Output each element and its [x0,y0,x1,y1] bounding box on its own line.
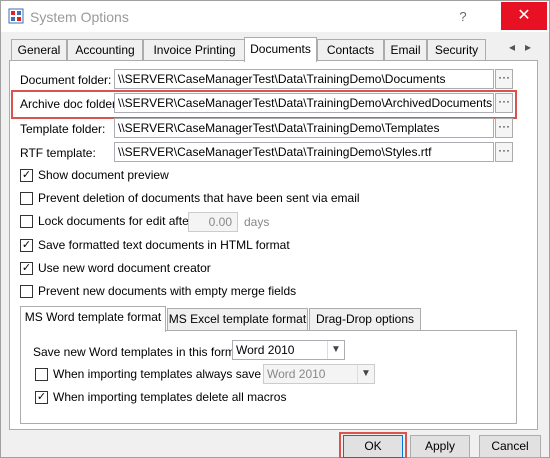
delete-macros-checkbox[interactable]: ✓ [35,391,48,404]
always-save-checkbox[interactable] [35,368,48,381]
system-options-window: System Options ? ✕ General Accounting In… [0,0,550,458]
show-preview-label: Show document preview [38,168,169,182]
tab-security[interactable]: Security [427,39,486,61]
new-word-creator-checkbox[interactable]: ✓ [20,262,33,275]
document-folder-browse-button[interactable]: ··· [495,69,513,89]
save-word-format-select[interactable]: Word 2010 ▼ [232,340,345,360]
close-button[interactable]: ✕ [501,2,547,30]
archive-folder-browse-button[interactable]: ··· [495,93,513,113]
window-title: System Options [30,9,129,25]
template-folder-label: Template folder: [20,122,106,136]
prevent-empty-merge-label: Prevent new documents with empty merge f… [38,284,297,298]
lock-documents-checkbox[interactable] [20,215,33,228]
prevent-deletion-label: Prevent deletion of documents that have … [38,191,360,205]
tab-invoice-printing[interactable]: Invoice Printing [143,39,246,61]
tab-scroll-left-icon[interactable]: ◂ [509,40,515,54]
document-folder-input[interactable]: \\SERVER\CaseManagerTest\Data\TrainingDe… [114,69,494,89]
prevent-deletion-checkbox[interactable] [20,192,33,205]
lock-documents-label: Lock documents for edit after [38,214,193,228]
lock-days-unit: days [244,215,270,229]
prevent-empty-merge-checkbox[interactable] [20,285,33,298]
always-save-select: Word 2010 ▼ [263,364,375,384]
save-html-checkbox[interactable]: ✓ [20,239,33,252]
tab-ms-excel-template-format[interactable]: MS Excel template format [167,308,308,330]
archive-folder-label: Archive doc folder: [20,97,120,111]
tab-contacts[interactable]: Contacts [317,39,384,61]
show-preview-checkbox[interactable]: ✓ [20,169,33,182]
rtf-template-input[interactable]: \\SERVER\CaseManagerTest\Data\TrainingDe… [114,142,494,162]
title-bar: System Options ? ✕ [1,1,549,32]
chevron-down-icon[interactable]: ▼ [327,341,344,359]
archive-folder-input[interactable]: \\SERVER\CaseManagerTest\Data\TrainingDe… [114,93,494,113]
app-icon [8,8,24,24]
help-button[interactable]: ? [449,4,477,30]
delete-macros-label: When importing templates delete all macr… [53,390,287,404]
template-folder-input[interactable]: \\SERVER\CaseManagerTest\Data\TrainingDe… [114,118,494,138]
always-save-value: Word 2010 [267,367,326,381]
save-word-format-label: Save new Word templates in this format: [33,345,249,359]
rtf-template-label: RTF template: [20,146,96,160]
document-folder-label: Document folder: [20,73,112,87]
save-word-format-value: Word 2010 [236,343,295,357]
lock-days-input[interactable]: 0.00 [188,212,238,232]
cancel-button[interactable]: Cancel [479,435,541,458]
tab-accounting[interactable]: Accounting [67,39,143,61]
tab-scroll-right-icon[interactable]: ▸ [525,40,531,54]
template-folder-browse-button[interactable]: ··· [495,118,513,138]
rtf-template-browse-button[interactable]: ··· [495,142,513,162]
main-tabstrip: General Accounting Invoice Printing Docu… [11,37,546,62]
save-html-label: Save formatted text documents in HTML fo… [38,238,290,252]
tab-general[interactable]: General [11,39,67,61]
tab-drag-drop-options[interactable]: Drag-Drop options [309,308,421,330]
tab-ms-word-template-format[interactable]: MS Word template format [20,306,166,332]
chevron-down-icon: ▼ [357,365,374,383]
new-word-creator-label: Use new word document creator [38,261,211,275]
ok-button[interactable]: OK [343,435,403,458]
apply-button[interactable]: Apply [410,435,470,458]
tab-email[interactable]: Email [384,39,427,61]
tab-documents[interactable]: Documents [244,37,317,62]
always-save-label: When importing templates always save as: [53,367,281,381]
